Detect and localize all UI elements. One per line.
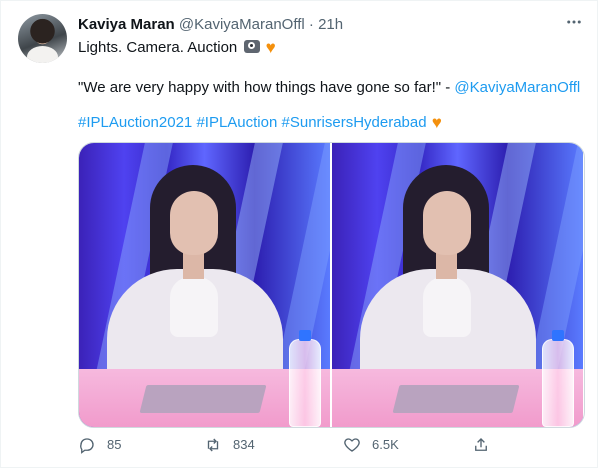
hashtags-line: #IPLAuction2021 #IPLAuction #SunrisersHy… <box>78 113 442 133</box>
hashtag-iplauction[interactable]: #IPLAuction <box>196 114 277 131</box>
tweet-photo-right[interactable] <box>332 143 583 427</box>
avatar-figure <box>27 46 58 63</box>
avatar[interactable] <box>18 14 67 63</box>
more-dots-icon <box>567 20 581 24</box>
like-count: 6.5K <box>372 437 399 452</box>
handle[interactable]: @KaviyaMaranOffl <box>179 16 305 33</box>
share-icon <box>475 438 487 451</box>
tweet-card[interactable]: Kaviya Maran @KaviyaMaranOffl · 21h Ligh… <box>0 0 598 468</box>
tweet-text-line: Lights. Camera. Auction ♥ <box>78 38 276 58</box>
tweet-actions: 85 834 6.5K <box>78 435 518 459</box>
tweet-time[interactable]: 21h <box>318 16 343 33</box>
tweet-text: Lights. Camera. Auction <box>78 39 238 56</box>
retweet-count: 834 <box>233 437 255 452</box>
display-name[interactable]: Kaviya Maran <box>78 16 175 33</box>
tweet-header: Kaviya Maran @KaviyaMaranOffl · 21h <box>78 15 343 35</box>
share-button[interactable] <box>472 436 490 454</box>
reply-count: 85 <box>107 437 122 452</box>
reply-button[interactable]: 85 <box>78 436 121 454</box>
time-separator: · <box>308 16 314 33</box>
quote-text: "We are very happy with how things have … <box>78 79 451 96</box>
reply-icon <box>80 438 94 454</box>
mention-link[interactable]: @KaviyaMaranOffl <box>454 79 580 96</box>
retweet-icon <box>207 438 219 452</box>
camera-icon <box>244 40 261 53</box>
orange-heart-icon: ♥ <box>431 113 442 132</box>
hashtag-iplauction2021[interactable]: #IPLAuction2021 <box>78 114 192 131</box>
orange-heart-icon: ♥ <box>265 38 276 57</box>
tweet-media-gallery <box>78 142 585 428</box>
quote-line: "We are very happy with how things have … <box>78 78 580 98</box>
hashtag-sunrisershyderabad[interactable]: #SunrisersHyderabad <box>282 114 427 131</box>
like-button[interactable]: 6.5K <box>343 436 399 454</box>
more-icon[interactable] <box>563 11 585 33</box>
retweet-button[interactable]: 834 <box>204 436 255 454</box>
tweet-photo-left[interactable] <box>79 143 330 427</box>
heart-icon <box>344 438 360 452</box>
